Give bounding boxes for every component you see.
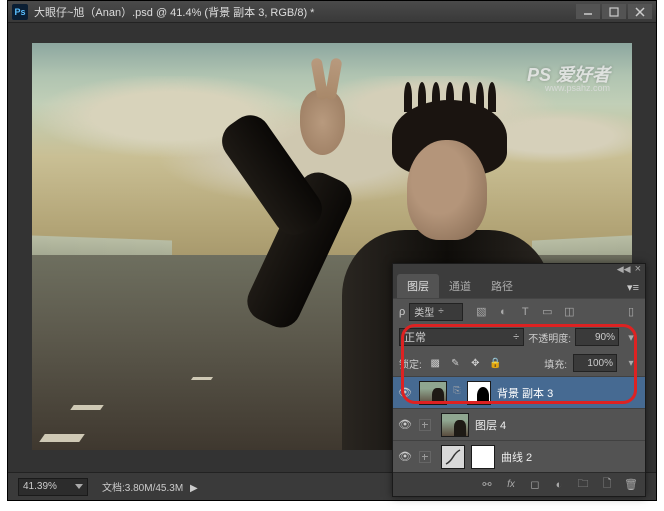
layer-name[interactable]: 图层 4 (475, 417, 506, 433)
close-button[interactable] (628, 4, 652, 19)
fx-icon[interactable]: fx (503, 477, 519, 493)
app-icon: Ps (12, 4, 28, 20)
close-panel-icon[interactable]: × (635, 263, 641, 275)
filter-kind-dropdown[interactable]: 类型÷ (409, 303, 463, 321)
fill-input[interactable]: 100% (573, 354, 617, 372)
filter-pixel-icon[interactable]: ▧ (473, 304, 489, 320)
lock-transparent-icon[interactable]: ▩ (428, 356, 443, 371)
tab-paths[interactable]: 路径 (481, 274, 523, 298)
filter-shape-icon[interactable]: ▭ (539, 304, 555, 320)
tab-layers[interactable]: 图层 (397, 274, 439, 298)
expand-icon[interactable] (419, 419, 431, 431)
lock-all-icon[interactable]: 🔒 (488, 356, 503, 371)
lock-pixels-icon[interactable]: ✎ (448, 356, 463, 371)
lock-label: 锁定: (399, 356, 422, 371)
filter-type-icon[interactable]: T (517, 304, 533, 320)
document-title: 大眼仔~旭（Anan）.psd @ 41.4% (背景 副本 3, RGB/8)… (34, 4, 314, 20)
visibility-icon[interactable]: 👁 (397, 417, 413, 433)
visibility-icon[interactable]: 👁 (397, 385, 413, 401)
panel-menu-icon[interactable]: ▾≡ (621, 277, 645, 298)
watermark-url: www.psahz.com (545, 83, 610, 93)
visibility-icon[interactable]: 👁 (397, 449, 413, 465)
layer-row[interactable]: 👁 ⎘ 背景 副本 3 (393, 376, 645, 408)
fill-dropdown-icon[interactable]: ▾ (623, 355, 639, 371)
layer-thumbnail[interactable] (419, 381, 447, 405)
zoom-value: 41.39% (23, 481, 57, 492)
opacity-input[interactable]: 90% (575, 328, 619, 346)
filter-kind-icon[interactable]: ρ (399, 306, 405, 318)
layer-name[interactable]: 曲线 2 (501, 449, 532, 465)
layers-panel: ◀◀ × 图层 通道 路径 ▾≡ ρ 类型÷ ▧ ◐ T ▭ ◫ ▯ 正 (392, 263, 646, 497)
new-layer-icon[interactable]: 🗋 (599, 477, 615, 493)
adjustment-thumbnail[interactable] (441, 445, 465, 469)
adjustment-layer-icon[interactable]: ◐ (551, 477, 567, 493)
zoom-dropdown[interactable]: 41.39% (18, 478, 88, 496)
doc-size: 文档:3.80M/45.3M ▶ (102, 479, 198, 494)
layer-row[interactable]: 👁 图层 4 (393, 408, 645, 440)
collapse-icon[interactable]: ◀◀ (617, 264, 631, 275)
mask-link-icon[interactable]: ⎘ (453, 385, 461, 401)
fill-label: 填充: (544, 356, 567, 371)
titlebar: Ps 大眼仔~旭（Anan）.psd @ 41.4% (背景 副本 3, RGB… (8, 1, 656, 23)
tab-channels[interactable]: 通道 (439, 274, 481, 298)
expand-icon[interactable] (419, 451, 431, 463)
layers-list: 👁 ⎘ 背景 副本 3 👁 图层 4 👁 曲线 2 (393, 376, 645, 472)
layer-mask-thumbnail[interactable] (471, 445, 495, 469)
filter-smart-icon[interactable]: ◫ (561, 304, 577, 320)
opacity-dropdown-icon[interactable]: ▾ (623, 329, 639, 345)
dropdown-icon (75, 484, 83, 489)
minimize-button[interactable] (576, 4, 600, 19)
layer-name[interactable]: 背景 副本 3 (497, 385, 553, 401)
layer-thumbnail[interactable] (441, 413, 469, 437)
maximize-button[interactable] (602, 4, 626, 19)
layer-row[interactable]: 👁 曲线 2 (393, 440, 645, 472)
group-icon[interactable]: 🗀 (575, 477, 591, 493)
blend-mode-dropdown[interactable]: 正常÷ (399, 328, 524, 346)
delete-layer-icon[interactable]: 🗑 (623, 477, 639, 493)
link-layers-icon[interactable]: ⚯ (479, 477, 495, 493)
opacity-label: 不透明度: (528, 330, 571, 345)
filter-adjust-icon[interactable]: ◐ (495, 304, 511, 320)
filter-toggle-icon[interactable]: ▯ (623, 304, 639, 320)
panel-drag-handle[interactable]: ◀◀ × (393, 264, 645, 274)
lock-position-icon[interactable]: ✥ (468, 356, 483, 371)
add-mask-icon[interactable]: ◻ (527, 477, 543, 493)
layer-mask-thumbnail[interactable] (467, 381, 491, 405)
